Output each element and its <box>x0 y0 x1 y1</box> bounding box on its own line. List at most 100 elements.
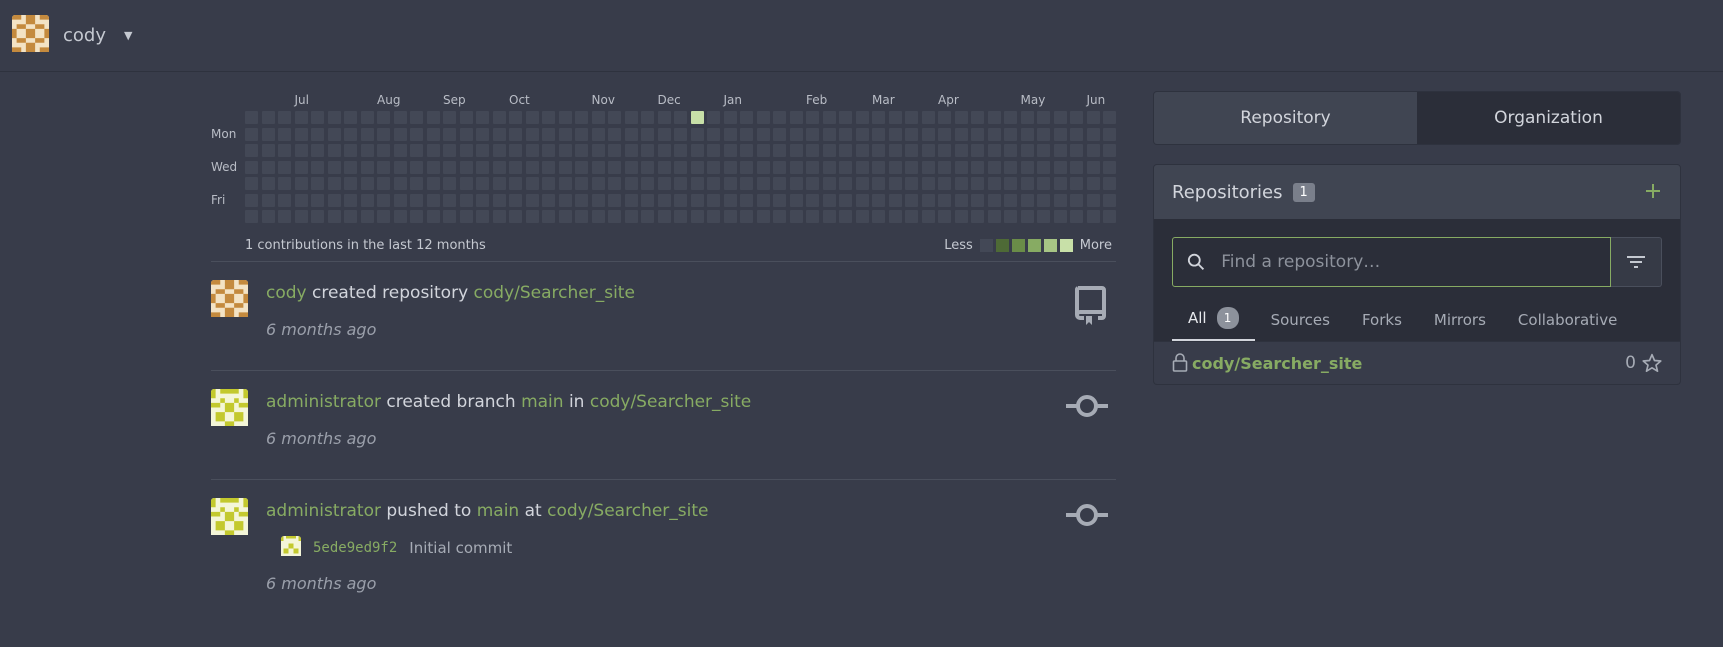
heatmap-cell[interactable] <box>377 111 390 124</box>
heatmap-cell[interactable] <box>971 144 984 157</box>
heatmap-cell[interactable] <box>443 193 456 207</box>
heatmap-cell[interactable] <box>591 160 605 174</box>
heatmap-cell[interactable] <box>1020 177 1034 190</box>
heatmap-cell[interactable] <box>459 160 473 174</box>
heatmap-cell[interactable] <box>690 111 704 124</box>
heatmap-cell[interactable] <box>327 193 341 207</box>
heatmap-cell[interactable] <box>740 127 753 141</box>
repo-link[interactable]: cody/Searcher_site <box>474 283 635 303</box>
heatmap-cell[interactable] <box>872 160 885 174</box>
heatmap-cell[interactable] <box>855 210 869 223</box>
heatmap-cell[interactable] <box>740 193 753 207</box>
heatmap-cell[interactable] <box>245 210 258 223</box>
heatmap-cell[interactable] <box>608 177 621 190</box>
heatmap-cell[interactable] <box>525 210 539 223</box>
heatmap-cell[interactable] <box>476 160 489 174</box>
heatmap-cell[interactable] <box>707 127 720 141</box>
heatmap-cell[interactable] <box>657 111 671 124</box>
heatmap-cell[interactable] <box>575 144 588 157</box>
heatmap-cell[interactable] <box>294 144 308 157</box>
heatmap-cell[interactable] <box>558 193 572 207</box>
heatmap-cell[interactable] <box>393 210 407 223</box>
heatmap-cell[interactable] <box>426 127 440 141</box>
heatmap-cell[interactable] <box>674 111 687 124</box>
heatmap-cell[interactable] <box>707 177 720 190</box>
heatmap-cell[interactable] <box>492 111 506 124</box>
heatmap-cell[interactable] <box>723 193 737 207</box>
heatmap-cell[interactable] <box>459 193 473 207</box>
heatmap-cell[interactable] <box>377 160 390 174</box>
heatmap-cell[interactable] <box>476 127 489 141</box>
heatmap-cell[interactable] <box>822 177 836 190</box>
heatmap-cell[interactable] <box>443 210 456 223</box>
heatmap-cell[interactable] <box>542 160 555 174</box>
heatmap-cell[interactable] <box>641 160 654 174</box>
heatmap-cell[interactable] <box>806 127 819 141</box>
heatmap-cell[interactable] <box>690 193 704 207</box>
heatmap-cell[interactable] <box>1020 144 1034 157</box>
heatmap-cell[interactable] <box>938 210 951 223</box>
heatmap-cell[interactable] <box>245 144 258 157</box>
heatmap-cell[interactable] <box>360 210 374 223</box>
heatmap-cell[interactable] <box>608 160 621 174</box>
heatmap-cell[interactable] <box>608 111 621 124</box>
subtab-mirrors[interactable]: Mirrors <box>1418 311 1502 341</box>
heatmap-cell[interactable] <box>839 127 852 141</box>
heatmap-cell[interactable] <box>426 144 440 157</box>
heatmap-cell[interactable] <box>954 144 968 157</box>
heatmap-cell[interactable] <box>971 111 984 124</box>
heatmap-cell[interactable] <box>542 127 555 141</box>
heatmap-cell[interactable] <box>1103 160 1116 174</box>
heatmap-cell[interactable] <box>740 160 753 174</box>
subtab-collaborative[interactable]: Collaborative <box>1502 311 1633 341</box>
heatmap-cell[interactable] <box>443 111 456 124</box>
heatmap-cell[interactable] <box>1103 210 1116 223</box>
heatmap-cell[interactable] <box>492 210 506 223</box>
heatmap-cell[interactable] <box>855 177 869 190</box>
heatmap-cell[interactable] <box>954 160 968 174</box>
subtab-all[interactable]: All 1 <box>1172 307 1255 341</box>
heatmap-cell[interactable] <box>888 127 902 141</box>
heatmap-cell[interactable] <box>855 111 869 124</box>
heatmap-cell[interactable] <box>954 177 968 190</box>
heatmap-cell[interactable] <box>641 111 654 124</box>
heatmap-cell[interactable] <box>476 111 489 124</box>
branch-link[interactable]: main <box>477 501 519 521</box>
heatmap-cell[interactable] <box>789 111 803 124</box>
heatmap-cell[interactable] <box>377 144 390 157</box>
heatmap-cell[interactable] <box>327 210 341 223</box>
heatmap-cell[interactable] <box>591 127 605 141</box>
heatmap-cell[interactable] <box>987 160 1001 174</box>
heatmap-cell[interactable] <box>542 144 555 157</box>
heatmap-cell[interactable] <box>426 160 440 174</box>
heatmap-cell[interactable] <box>294 111 308 124</box>
heatmap-cell[interactable] <box>492 160 506 174</box>
heatmap-cell[interactable] <box>327 177 341 190</box>
heatmap-cell[interactable] <box>344 144 357 157</box>
actor-link[interactable]: administrator <box>266 501 381 521</box>
heatmap-cell[interactable] <box>905 127 918 141</box>
heatmap-cell[interactable] <box>476 210 489 223</box>
heatmap-cell[interactable] <box>426 111 440 124</box>
heatmap-cell[interactable] <box>261 127 275 141</box>
heatmap-cell[interactable] <box>789 144 803 157</box>
heatmap-cell[interactable] <box>839 193 852 207</box>
heatmap-cell[interactable] <box>492 144 506 157</box>
heatmap-cell[interactable] <box>690 177 704 190</box>
heatmap-cell[interactable] <box>393 111 407 124</box>
heatmap-cell[interactable] <box>426 193 440 207</box>
actor-link[interactable]: cody <box>266 283 307 303</box>
heatmap-cell[interactable] <box>1020 111 1034 124</box>
heatmap-cell[interactable] <box>1004 111 1017 124</box>
heatmap-cell[interactable] <box>987 111 1001 124</box>
avatar[interactable] <box>211 389 248 430</box>
heatmap-cell[interactable] <box>789 160 803 174</box>
heatmap-cell[interactable] <box>905 193 918 207</box>
heatmap-cell[interactable] <box>344 210 357 223</box>
heatmap-cell[interactable] <box>344 111 357 124</box>
heatmap-cell[interactable] <box>1053 111 1067 124</box>
heatmap-cell[interactable] <box>707 210 720 223</box>
heatmap-cell[interactable] <box>806 193 819 207</box>
heatmap-cell[interactable] <box>641 127 654 141</box>
heatmap-cell[interactable] <box>591 111 605 124</box>
